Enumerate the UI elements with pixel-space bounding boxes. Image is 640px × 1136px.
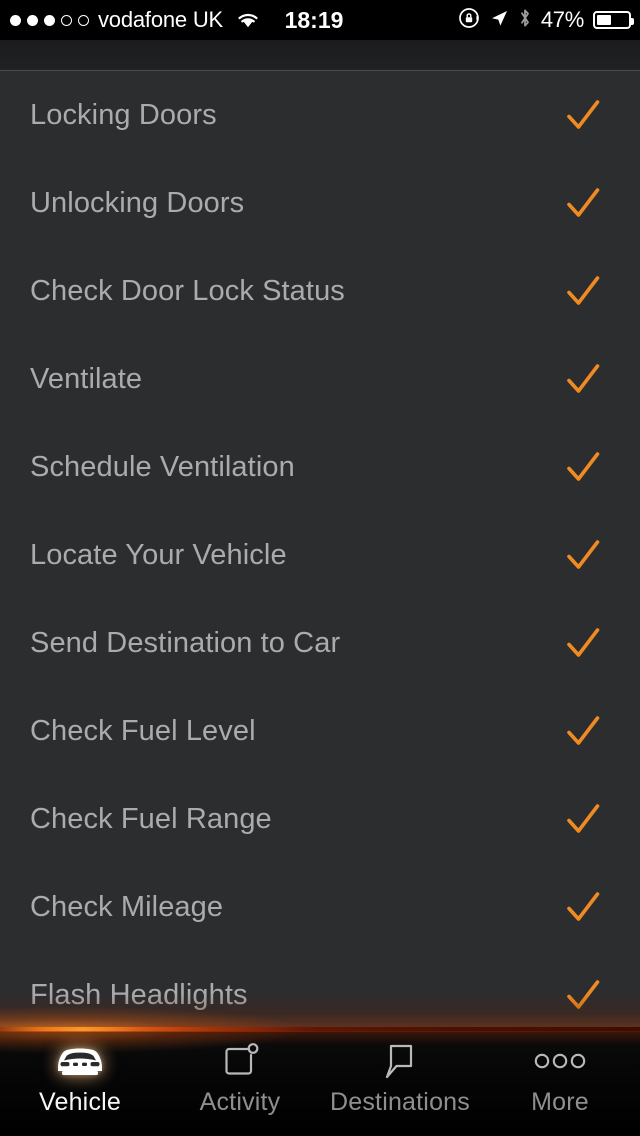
checkmark-icon (560, 884, 606, 930)
status-bar-left: vodafone UK (0, 9, 261, 31)
checkmark-icon (560, 268, 606, 314)
battery-icon (593, 11, 634, 29)
checkmark-icon (560, 620, 606, 666)
feature-row[interactable]: Unlocking Doors (0, 159, 640, 247)
feature-row-label: Check Fuel Level (30, 714, 256, 747)
battery-fill (597, 15, 612, 25)
checkmark-icon (560, 532, 606, 578)
map-pin-icon (378, 1038, 422, 1084)
carrier-name: vodafone UK (98, 7, 223, 32)
feature-row-label: Locking Doors (30, 98, 217, 131)
feature-row-label: Check Mileage (30, 890, 224, 923)
signal-dot (44, 14, 55, 26)
feature-row[interactable]: Schedule Ventilation (0, 423, 640, 511)
rotation-lock-icon (458, 7, 480, 34)
feature-row[interactable]: Check Fuel Range (0, 775, 640, 863)
feature-row-label: Schedule Ventilation (30, 450, 295, 483)
feature-row[interactable]: Locking Doors (0, 71, 640, 159)
checkmark-icon (560, 444, 606, 490)
feature-row-label: Ventilate (30, 362, 143, 395)
tab-label: Destinations (330, 1088, 470, 1116)
tab-label: Activity (199, 1088, 281, 1116)
feature-row[interactable]: Check Mileage (0, 863, 640, 951)
feature-list[interactable]: Locking Doors Unlocking Doors Check Door L… (0, 71, 640, 1027)
location-arrow-icon (489, 8, 509, 33)
feature-row[interactable]: Check Fuel Level (0, 687, 640, 775)
tab-more[interactable]: More (480, 1038, 640, 1115)
feature-row-label: Locate Your Vehicle (30, 538, 287, 571)
feature-row[interactable]: Ventilate (0, 335, 640, 423)
car-front-icon (50, 1038, 110, 1084)
signal-dot (78, 14, 89, 26)
battery-percent-label: 47% (540, 7, 584, 32)
bluetooth-icon (518, 7, 532, 34)
tab-label: Vehicle (38, 1088, 121, 1116)
checkmark-icon (560, 356, 606, 402)
checkmark-icon (560, 92, 606, 138)
tab-bar-items: Vehicle Activity Destinations More (0, 1027, 640, 1115)
tab-activity[interactable]: Activity (160, 1038, 320, 1115)
navigation-bar (0, 40, 640, 71)
signal-dot (10, 14, 21, 26)
signal-dot (27, 14, 38, 26)
feature-row-label: Send Destination to Car (30, 626, 341, 659)
feature-row[interactable]: Locate Your Vehicle (0, 511, 640, 599)
feature-row[interactable]: Check Door Lock Status (0, 247, 640, 335)
square-badge-icon (218, 1038, 262, 1084)
tab-destinations[interactable]: Destinations (320, 1038, 480, 1115)
feature-row-label: Check Fuel Range (30, 802, 272, 835)
app-screen: vodafone UK 18:19 47% Locking Doors Unlo… (0, 0, 640, 1136)
checkmark-icon (560, 796, 606, 842)
clock: 18:19 (284, 6, 344, 33)
checkmark-icon (560, 708, 606, 754)
tab-label: More (531, 1088, 589, 1116)
feature-row-label: Flash Headlights (30, 978, 248, 1011)
checkmark-icon (560, 180, 606, 226)
tab-bar: Vehicle Activity Destinations More (0, 993, 640, 1136)
feature-row-label: Check Door Lock Status (30, 274, 345, 307)
checkmark-icon (560, 972, 606, 1018)
tab-vehicle[interactable]: Vehicle (0, 1038, 160, 1115)
wifi-icon (235, 10, 261, 30)
signal-strength-dots (10, 14, 89, 26)
status-bar: vodafone UK 18:19 47% (0, 0, 640, 40)
feature-row[interactable]: Send Destination to Car (0, 599, 640, 687)
status-bar-right: 47% (458, 7, 640, 34)
feature-row[interactable]: Flash Headlights (0, 951, 640, 1027)
feature-row-label: Unlocking Doors (30, 186, 245, 219)
signal-dot (61, 14, 72, 26)
three-circles-icon (532, 1038, 588, 1084)
